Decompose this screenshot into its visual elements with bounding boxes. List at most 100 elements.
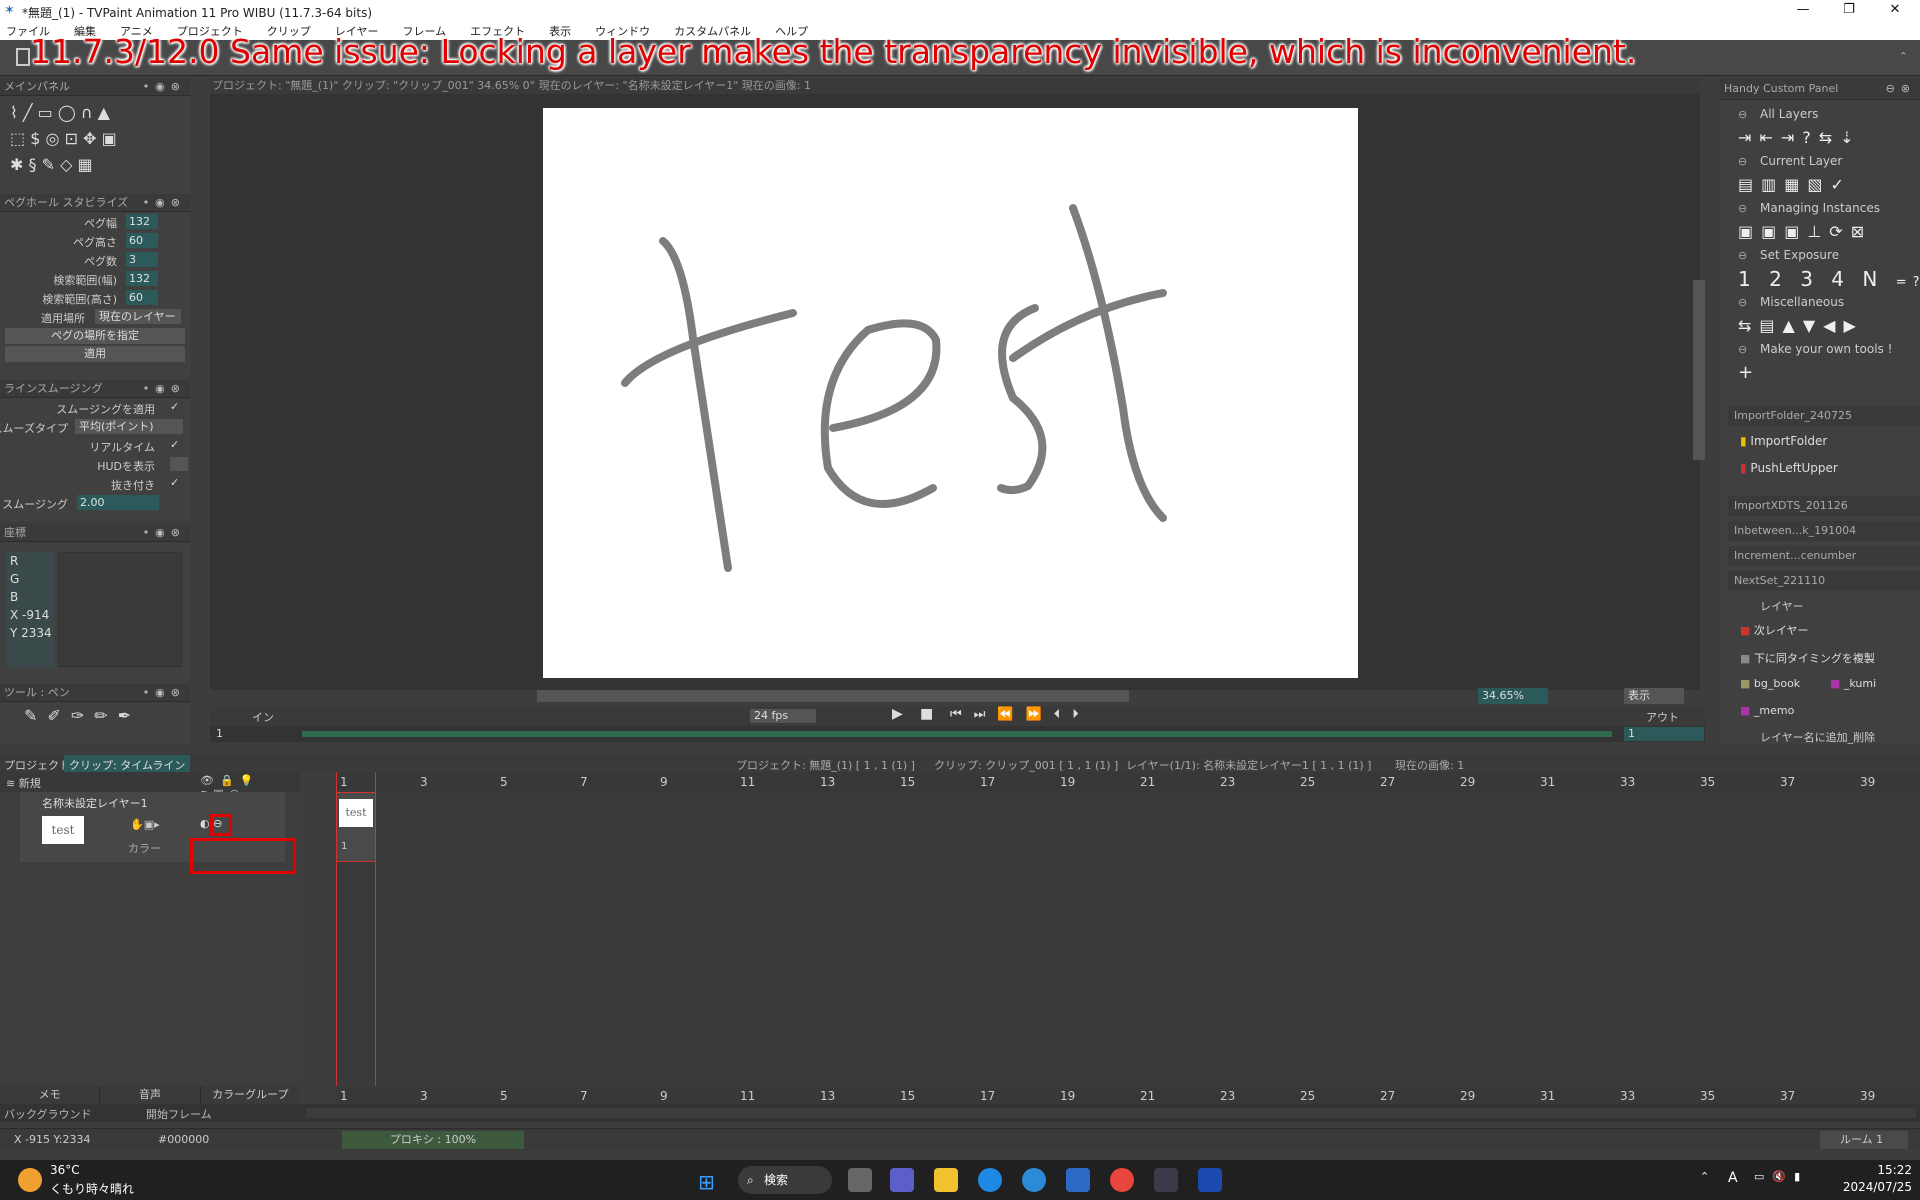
clock-time[interactable]: 15:22 bbox=[1842, 1163, 1912, 1177]
smooth-type-dropdown[interactable]: 平均(ポイント) bbox=[75, 419, 183, 434]
frame-number[interactable]: 9 bbox=[660, 775, 668, 789]
all-layers-tool-icons[interactable]: ⇥⇤⇥?⇆⇣ bbox=[1728, 123, 1920, 153]
frame-number[interactable]: 19 bbox=[1060, 775, 1075, 789]
frame-number[interactable]: 11 bbox=[740, 775, 755, 789]
exposure-2-button[interactable]: 2 bbox=[1769, 267, 1788, 291]
section-make-tools[interactable]: Make your own tools ! bbox=[1728, 341, 1920, 358]
frame-number[interactable]: 33 bbox=[1620, 1089, 1635, 1103]
close-button[interactable]: ✕ bbox=[1872, 0, 1918, 22]
frame-navigation-icons[interactable]: ⏮⏭⏪⏩⏴⏵ bbox=[950, 707, 1091, 722]
camera-tool-icon[interactable]: ▣ bbox=[102, 129, 117, 148]
peg-width-field[interactable]: 132 bbox=[126, 214, 158, 229]
misc-tool-icons[interactable]: ⇆▤▲▼◀▶ bbox=[1728, 311, 1920, 341]
tray-chevron-icon[interactable]: ⌃ bbox=[1700, 1170, 1709, 1183]
spiral-tool-icon[interactable]: § bbox=[29, 155, 37, 174]
tab-audio[interactable]: 音声 bbox=[100, 1086, 201, 1104]
smoothing-value-field[interactable]: 2.00 bbox=[77, 495, 159, 510]
windows-start-icon[interactable]: ⊞ bbox=[698, 1170, 722, 1194]
exposure-buttons[interactable]: 1 2 3 4 N =? bbox=[1728, 264, 1920, 294]
collapsed-panel-importxdts[interactable]: ImportXDTS_201126 bbox=[1728, 496, 1920, 516]
search-width-field[interactable]: 132 bbox=[126, 271, 158, 286]
frame-number[interactable]: 17 bbox=[980, 775, 995, 789]
move-tool-icon[interactable]: ✥ bbox=[83, 129, 96, 148]
frame-number[interactable]: 29 bbox=[1460, 1089, 1475, 1103]
frame-number[interactable]: 7 bbox=[580, 775, 588, 789]
kumi-item[interactable]: ■ _kumi bbox=[1830, 677, 1876, 690]
range-slider[interactable] bbox=[302, 731, 1612, 737]
current-layer-tool-icons[interactable]: ▤▥▦▧✓ bbox=[1728, 170, 1920, 200]
toolbar-expand-icon[interactable]: ⌃ bbox=[1899, 50, 1908, 63]
frame-number[interactable]: 39 bbox=[1860, 1089, 1875, 1103]
pen-brush-icon[interactable]: ✎ bbox=[24, 706, 47, 725]
zoom-field[interactable]: 34.65% bbox=[1478, 688, 1548, 704]
new-document-icon[interactable] bbox=[16, 48, 30, 66]
frame-number[interactable]: 3 bbox=[420, 1089, 428, 1103]
peg-count-field[interactable]: 3 bbox=[126, 252, 158, 267]
exposure-n-button[interactable]: N bbox=[1862, 267, 1883, 291]
rename-layer-item[interactable]: レイヤー名に追加_削除 bbox=[1760, 729, 1875, 745]
frame-number[interactable]: 13 bbox=[820, 775, 835, 789]
frame-number[interactable]: 5 bbox=[500, 1089, 508, 1103]
frame-number[interactable]: 39 bbox=[1860, 775, 1875, 789]
frame-number[interactable]: 5 bbox=[500, 775, 508, 789]
frame-number[interactable]: 35 bbox=[1700, 775, 1715, 789]
import-folder-item[interactable]: ▮ ImportFolder bbox=[1740, 434, 1827, 448]
peg-height-field[interactable]: 60 bbox=[126, 233, 158, 248]
layer-options-icons[interactable]: ✋▣▸ bbox=[130, 818, 160, 831]
crop-tool-icon[interactable]: ⊡ bbox=[65, 129, 78, 148]
frame-number[interactable]: 11 bbox=[740, 1089, 755, 1103]
teams-icon[interactable] bbox=[890, 1168, 914, 1192]
fps-dropdown[interactable]: 24 fps bbox=[750, 709, 816, 723]
maximize-button[interactable]: ❐ bbox=[1826, 0, 1872, 22]
drawing-canvas[interactable] bbox=[543, 108, 1358, 678]
tab-color-group[interactable]: カラーグループ bbox=[201, 1086, 300, 1104]
exposure-1-button[interactable]: 1 bbox=[1738, 267, 1757, 291]
search-height-field[interactable]: 60 bbox=[126, 290, 158, 305]
frame-number[interactable]: 37 bbox=[1780, 1089, 1795, 1103]
duplicate-timing-item[interactable]: ■ 下に同タイミングを複製 bbox=[1740, 650, 1875, 666]
frame-number[interactable]: 23 bbox=[1220, 775, 1235, 789]
instance-tool-icons[interactable]: ▣▣▣⊥⟳⊠ bbox=[1728, 217, 1920, 247]
nextset-section-layer[interactable]: レイヤー bbox=[1760, 598, 1804, 614]
rectangle-tool-icon[interactable]: ▭ bbox=[38, 103, 53, 122]
ellipse-tool-icon[interactable]: ◯ bbox=[58, 103, 76, 122]
frame-number[interactable]: 31 bbox=[1540, 775, 1555, 789]
frame-number[interactable]: 3 bbox=[420, 775, 428, 789]
tab-memo[interactable]: メモ bbox=[0, 1086, 101, 1104]
frame-number[interactable]: 33 bbox=[1620, 775, 1635, 789]
frame-number[interactable]: 21 bbox=[1140, 1089, 1155, 1103]
frame-number[interactable]: 17 bbox=[980, 1089, 995, 1103]
tray-icons[interactable]: ▭🔇▮ bbox=[1754, 1170, 1808, 1183]
play-icon[interactable]: ▶ bbox=[892, 706, 903, 722]
clock-date[interactable]: 2024/07/25 bbox=[1842, 1180, 1912, 1194]
task-view-icon[interactable] bbox=[848, 1168, 872, 1192]
bezier-tool-icon[interactable]: ∩ bbox=[81, 103, 93, 122]
apply-button[interactable]: 適用 bbox=[5, 346, 185, 362]
frame-number[interactable]: 27 bbox=[1380, 775, 1395, 789]
apply-smoothing-check[interactable]: ✓ bbox=[170, 400, 179, 413]
bg-book-item[interactable]: ■ bg_book bbox=[1740, 677, 1800, 690]
exposure-3-button[interactable]: 3 bbox=[1800, 267, 1819, 291]
realtime-check[interactable]: ✓ bbox=[170, 438, 179, 451]
warp-tool-icon[interactable]: ✱ bbox=[10, 155, 23, 174]
ime-indicator[interactable]: A bbox=[1728, 1170, 1738, 1186]
new-layer-button[interactable]: ≋ 新規 bbox=[6, 775, 41, 791]
frame-number[interactable]: 27 bbox=[1380, 1089, 1395, 1103]
panel-grid-icon[interactable]: ▦ bbox=[78, 155, 93, 174]
view-dropdown[interactable]: 表示 bbox=[1624, 688, 1684, 704]
tvpaint-icon[interactable] bbox=[1154, 1168, 1178, 1192]
edge-icon[interactable] bbox=[978, 1168, 1002, 1192]
add-tool-button[interactable]: + bbox=[1728, 358, 1920, 388]
marker-brush-icon[interactable]: ✐ bbox=[47, 706, 70, 725]
frame-number[interactable]: 19 bbox=[1060, 1089, 1075, 1103]
exposure-query-button[interactable]: =? bbox=[1896, 275, 1920, 290]
out-value[interactable]: 1 bbox=[1624, 727, 1704, 741]
frame-number[interactable]: 1 bbox=[340, 1089, 348, 1103]
exposure-4-button[interactable]: 4 bbox=[1831, 267, 1850, 291]
eraser-tool-icon[interactable]: ◇ bbox=[60, 155, 72, 174]
frame-number[interactable]: 21 bbox=[1140, 775, 1155, 789]
frame-number[interactable]: 29 bbox=[1460, 775, 1475, 789]
collapsed-panel-increment[interactable]: Increment...cenumber bbox=[1728, 546, 1920, 566]
apply-place-dropdown[interactable]: 現在のレイヤー bbox=[95, 309, 181, 324]
frame-number[interactable]: 37 bbox=[1780, 775, 1795, 789]
